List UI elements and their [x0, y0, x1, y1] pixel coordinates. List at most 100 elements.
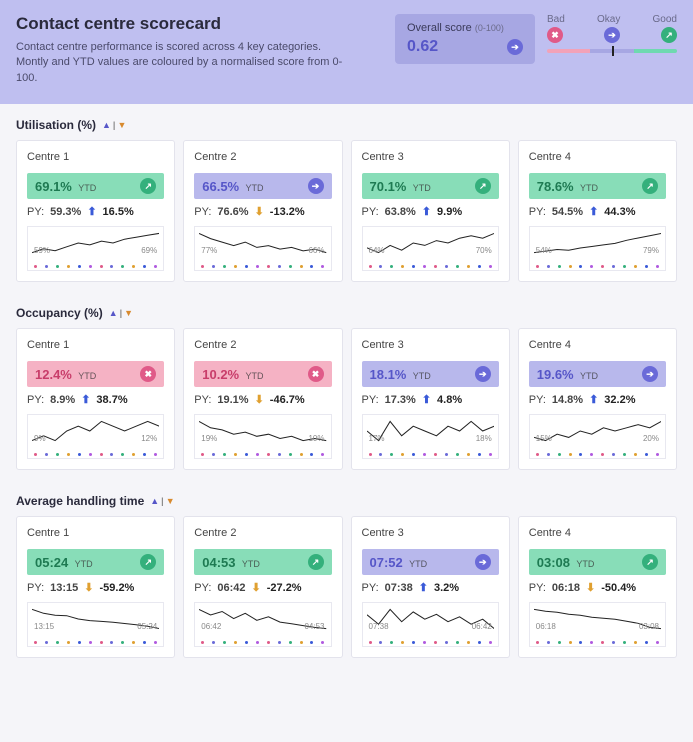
change-value: -13.2%	[270, 206, 305, 218]
metric-value-wrap: 70.1% YTD	[370, 179, 431, 194]
spark-left-label: 59%	[34, 246, 50, 255]
py-value: 06:42	[217, 582, 245, 594]
band-icon: ↗	[308, 554, 324, 570]
card-utilisation-1: Centre 2 66.5% YTD ➔ PY: 76.6% ⬇ -13.2%	[183, 140, 342, 282]
card-title: Centre 2	[194, 527, 331, 539]
metric-band: 70.1% YTD ↗	[362, 173, 499, 199]
cards-row: Centre 1 69.1% YTD ↗ PY: 59.3% ⬆ 16.5%	[16, 140, 677, 282]
band-icon: ↗	[475, 178, 491, 194]
metric-value-wrap: 19.6% YTD	[537, 367, 598, 382]
overall-value: 0.62	[407, 38, 438, 56]
spark-left-label: 06:18	[536, 622, 556, 631]
ytd-label: YTD	[75, 559, 93, 569]
sparkline-dots	[367, 641, 494, 644]
metric-value: 04:53	[202, 555, 235, 570]
ytd-label: YTD	[413, 183, 431, 193]
metric-value-wrap: 07:52 YTD	[370, 555, 428, 570]
sparkline-dots	[32, 453, 159, 456]
sparkline-box: 17% 18%	[362, 414, 499, 459]
card-title: Centre 4	[529, 339, 666, 351]
change-value: 38.7%	[96, 394, 127, 406]
sparkline-box: 13:15 05:24	[27, 602, 164, 647]
py-value: 59.3%	[50, 206, 81, 218]
arrow-down-icon: ⬇	[255, 393, 264, 406]
py-row: PY: 63.8% ⬆ 9.9%	[362, 205, 499, 218]
sparkline-box: 54% 79%	[529, 226, 666, 271]
card-utilisation-0: Centre 1 69.1% YTD ↗ PY: 59.3% ⬆ 16.5%	[16, 140, 175, 282]
py-row: PY: 13:15 ⬇ -59.2%	[27, 581, 164, 594]
py-row: PY: 76.6% ⬇ -13.2%	[194, 205, 331, 218]
spark-right-label: 12%	[141, 434, 157, 443]
metric-value-wrap: 66.5% YTD	[202, 179, 263, 194]
sort-control[interactable]: ▲|▼	[102, 120, 126, 130]
sparkline: 06:42 04:53	[199, 607, 326, 639]
py-row: PY: 14.8% ⬆ 32.2%	[529, 393, 666, 406]
metric-value-wrap: 05:24 YTD	[35, 555, 93, 570]
metric-value: 18.1%	[370, 367, 407, 382]
metric-band: 69.1% YTD ↗	[27, 173, 164, 199]
band-icon: ↗	[140, 554, 156, 570]
ytd-label: YTD	[413, 371, 431, 381]
sparkline-dots	[367, 265, 494, 268]
card-title: Centre 3	[362, 527, 499, 539]
ytd-label: YTD	[576, 559, 594, 569]
change-value: 9.9%	[437, 206, 462, 218]
sparkline-dots	[199, 265, 326, 268]
header: Contact centre scorecard Contact centre …	[0, 0, 693, 104]
spark-right-label: 66%	[308, 246, 324, 255]
sort-control[interactable]: ▲|▼	[150, 496, 174, 506]
arrow-up-icon: ⬆	[87, 205, 96, 218]
spark-right-label: 04:53	[304, 622, 324, 631]
py-label: PY:	[27, 206, 44, 218]
card-title: Centre 1	[27, 527, 164, 539]
arrow-up-icon: ⬆	[422, 205, 431, 218]
band-icon: ✖	[140, 366, 156, 382]
section-title: Average handling time ▲|▼	[16, 494, 677, 508]
scale-indicator	[612, 46, 614, 56]
metric-band: 04:53 YTD ↗	[194, 549, 331, 575]
card-title: Centre 1	[27, 339, 164, 351]
spark-left-label: 06:42	[201, 622, 221, 631]
sparkline: 64% 70%	[367, 231, 494, 263]
sort-control[interactable]: ▲|▼	[109, 308, 133, 318]
arrow-down-icon: ⬇	[586, 581, 595, 594]
py-value: 07:38	[385, 582, 413, 594]
spark-left-label: 77%	[201, 246, 217, 255]
card-title: Centre 3	[362, 151, 499, 163]
sparkline-dots	[32, 265, 159, 268]
band-icon: ➔	[308, 178, 324, 194]
legend-okay-label: Okay	[597, 14, 620, 25]
band-icon: ↗	[140, 178, 156, 194]
card-aht-0: Centre 1 05:24 YTD ↗ PY: 13:15 ⬇ -59.2%	[16, 516, 175, 658]
sparkline-box: 15% 20%	[529, 414, 666, 459]
header-right: Overall score (0-100) 0.62 ➔ Bad Okay Go…	[395, 14, 677, 86]
metric-band: 10.2% YTD ✖	[194, 361, 331, 387]
spark-right-label: 18%	[476, 434, 492, 443]
card-utilisation-3: Centre 4 78.6% YTD ↗ PY: 54.5% ⬆ 44.3%	[518, 140, 677, 282]
ytd-label: YTD	[245, 371, 263, 381]
overall-score-box: Overall score (0-100) 0.62 ➔	[395, 14, 535, 64]
change-value: -27.2%	[267, 582, 302, 594]
metric-value-wrap: 10.2% YTD	[202, 367, 263, 382]
py-value: 06:18	[552, 582, 580, 594]
py-label: PY:	[529, 206, 546, 218]
metric-value-wrap: 18.1% YTD	[370, 367, 431, 382]
spark-right-label: 06:42	[472, 622, 492, 631]
py-row: PY: 54.5% ⬆ 44.3%	[529, 205, 666, 218]
py-value: 76.6%	[217, 206, 248, 218]
spark-right-label: 10%	[308, 434, 324, 443]
py-label: PY:	[194, 582, 211, 594]
sparkline-dots	[32, 641, 159, 644]
sparkline-box: 19% 10%	[194, 414, 331, 459]
sparkline-box: 64% 70%	[362, 226, 499, 271]
header-left: Contact centre scorecard Contact centre …	[16, 14, 383, 86]
sparkline: 07:38 06:42	[367, 607, 494, 639]
ytd-label: YTD	[242, 559, 260, 569]
py-row: PY: 07:38 ⬆ 3.2%	[362, 581, 499, 594]
arrow-down-icon: ⬇	[255, 205, 264, 218]
sparkline-dots	[534, 453, 661, 456]
sparkline: 77% 66%	[199, 231, 326, 263]
metric-band: 07:52 YTD ➔	[362, 549, 499, 575]
band-icon: ✖	[308, 366, 324, 382]
section-aht: Average handling time ▲|▼ Centre 1 05:24…	[0, 480, 693, 668]
